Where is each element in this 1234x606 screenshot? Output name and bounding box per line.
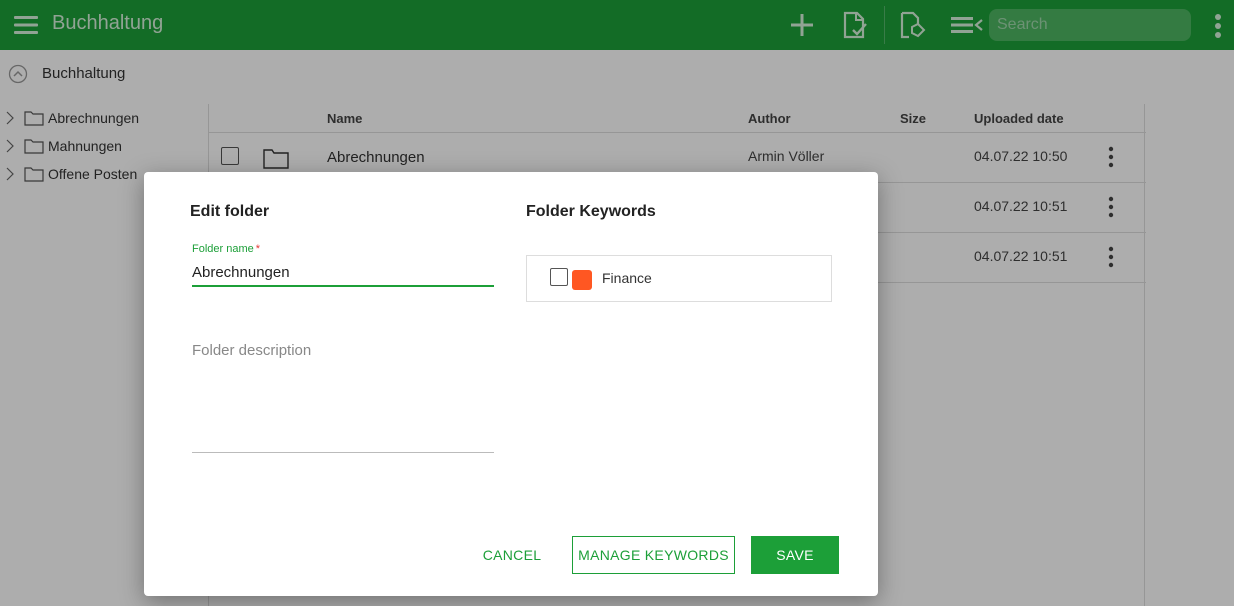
folder-description-input[interactable]	[192, 336, 494, 453]
keyword-checkbox[interactable]	[550, 268, 568, 286]
folder-name-input[interactable]	[192, 260, 494, 287]
cancel-button[interactable]: CANCEL	[474, 536, 550, 574]
keyword-label[interactable]: Finance	[602, 270, 652, 286]
dialog-title: Edit folder	[190, 203, 270, 220]
required-mark: *	[255, 243, 261, 255]
edit-folder-dialog: Edit folder Folder Keywords Folder name *…	[144, 172, 878, 596]
folder-name-label-text: Folder name	[192, 243, 254, 255]
keywords-title: Folder Keywords	[526, 203, 656, 220]
save-button[interactable]: SAVE	[751, 536, 839, 574]
manage-keywords-button[interactable]: MANAGE KEYWORDS	[572, 536, 735, 574]
keyword-list: Finance	[526, 255, 832, 302]
folder-name-label: Folder name *	[192, 243, 260, 255]
keyword-color-swatch	[572, 270, 592, 290]
